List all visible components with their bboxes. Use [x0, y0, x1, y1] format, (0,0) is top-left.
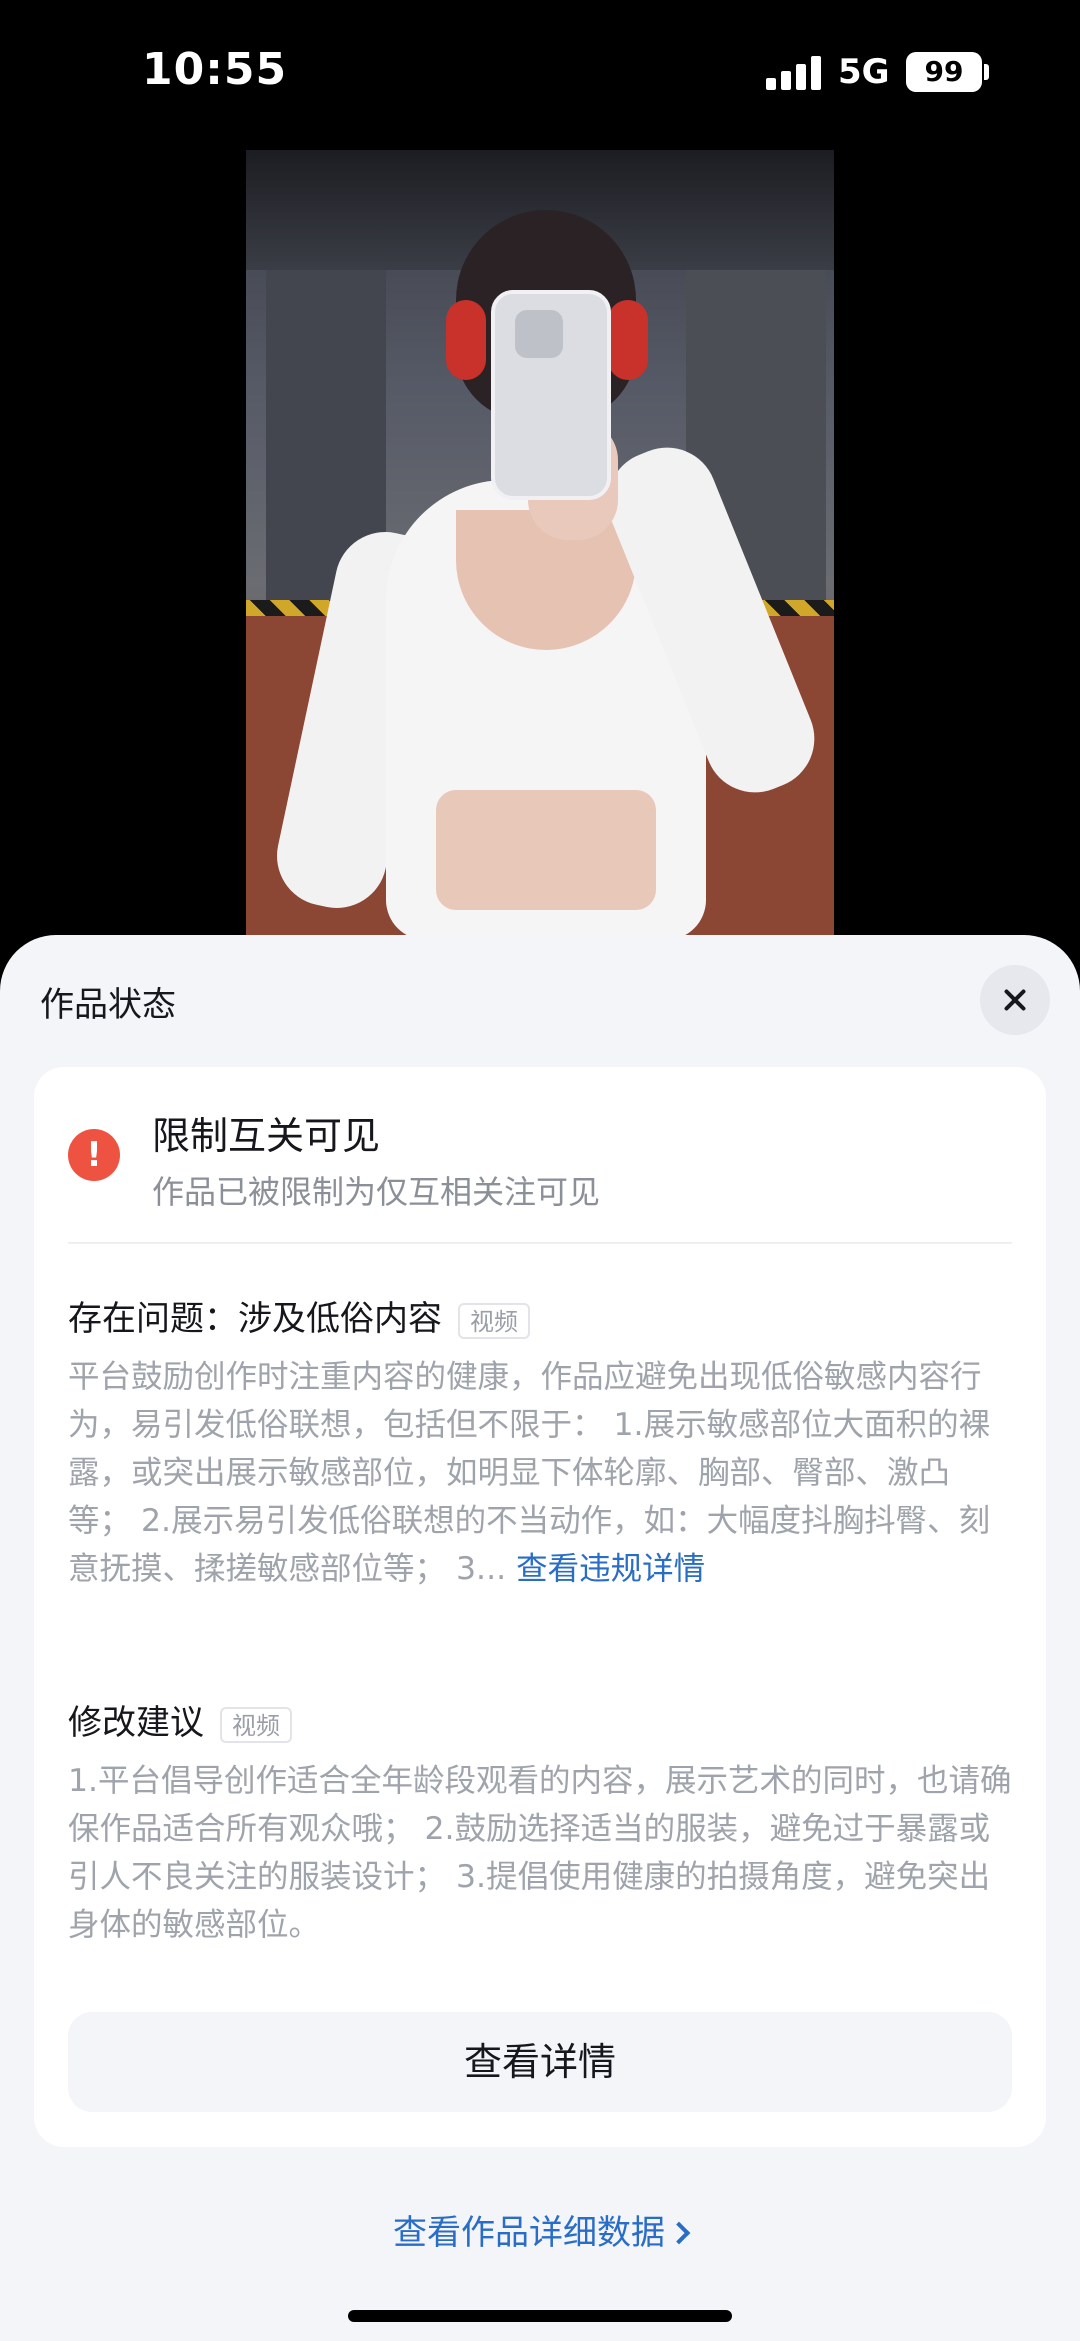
issue-title-text: 存在问题：涉及低俗内容	[68, 1299, 442, 1339]
status-description: 作品已被限制为仅互相关注可见	[152, 1173, 601, 1211]
headphone-left	[446, 300, 486, 380]
figure-midriff	[436, 790, 656, 910]
suggestion-text: 1.平台倡导创作适合全年龄段观看的内容，展示艺术的同时，也请确保作品适合所有观众…	[68, 1763, 1012, 1943]
suggestion-title-text: 修改建议	[68, 1703, 204, 1743]
battery-icon: 99	[906, 52, 982, 92]
headphone-right	[608, 300, 648, 380]
signal-icon	[766, 56, 822, 90]
issue-title: 存在问题：涉及低俗内容 视频	[68, 1291, 530, 1340]
status-card: ! 限制互关可见 作品已被限制为仅互相关注可见 存在问题：涉及低俗内容 视频 平台…	[34, 1067, 1046, 2147]
suggestion-title: 修改建议 视频	[68, 1695, 292, 1744]
network-type: 5G	[838, 52, 890, 92]
status-title: 限制互关可见	[152, 1114, 381, 1158]
issue-tag: 视频	[458, 1302, 530, 1339]
status-sheet: 作品状态 ! 限制互关可见 作品已被限制为仅互相关注可见 存在问题：涉及低俗内容…	[0, 935, 1080, 2341]
suggestion-tag: 视频	[220, 1706, 292, 1743]
sheet-title: 作品状态	[40, 985, 176, 1025]
clock: 10:55	[142, 44, 288, 95]
view-data-label: 查看作品详细数据	[393, 2213, 665, 2253]
phone-in-hand	[491, 290, 611, 500]
close-button[interactable]	[980, 965, 1050, 1035]
issue-text: 平台鼓励创作时注重内容的健康，作品应避免出现低俗敏感内容行为，易引发低俗联想，包…	[68, 1353, 1012, 1593]
status-bar: 10:55 5G 99	[0, 0, 1080, 150]
view-data-link[interactable]: 查看作品详细数据	[0, 2205, 1080, 2254]
view-details-button[interactable]: 查看详情	[68, 2012, 1012, 2112]
divider	[68, 1242, 1012, 1244]
home-indicator[interactable]	[348, 2310, 732, 2322]
battery-cap	[984, 64, 989, 80]
chevron-right-icon	[667, 2221, 691, 2245]
phone-camera	[515, 310, 563, 358]
video-preview[interactable]	[246, 150, 834, 940]
violation-detail-link[interactable]: 查看违规详情	[516, 1551, 705, 1587]
alert-icon: !	[68, 1129, 120, 1181]
